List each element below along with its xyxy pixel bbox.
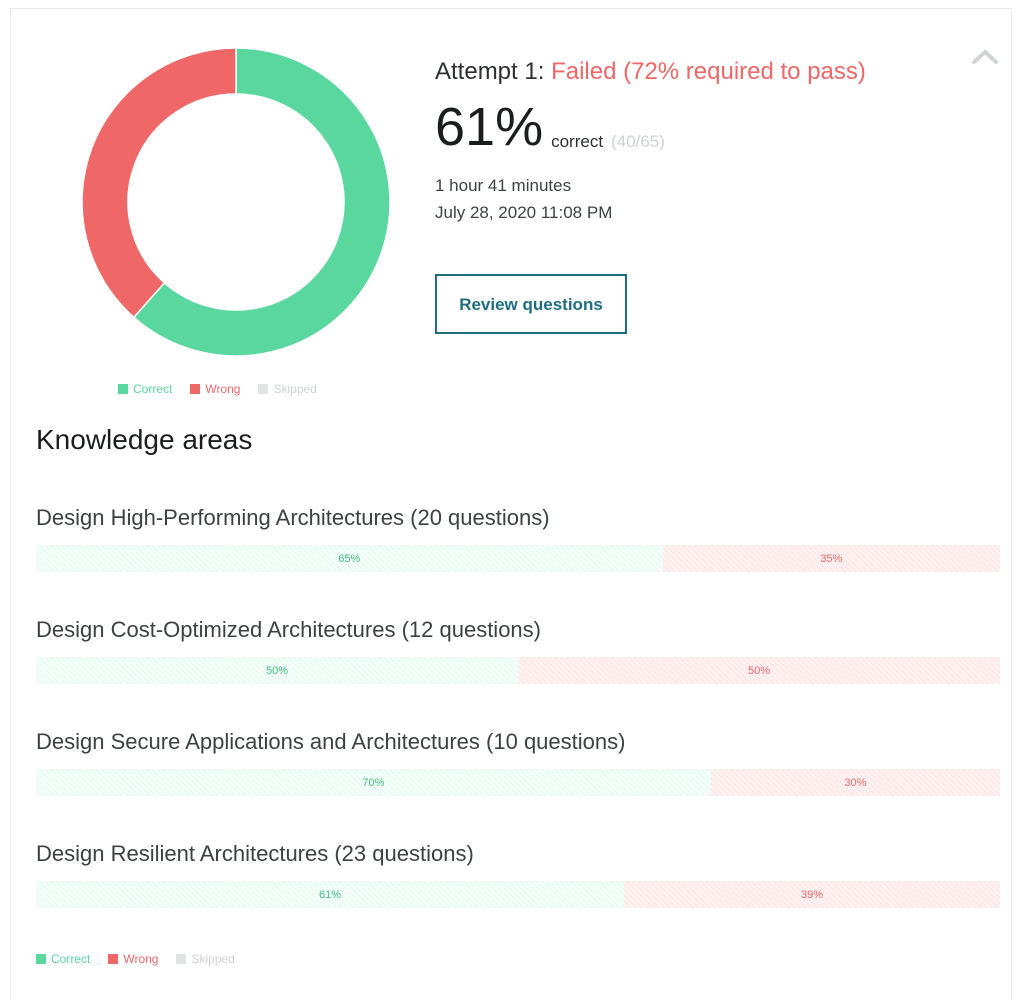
knowledge-area-title: Design Resilient Architectures (23 quest… [36, 841, 474, 866]
legend-swatch-correct [118, 384, 128, 394]
attempt-date: July 28, 2020 11:08 PM [435, 203, 613, 222]
bar-segment-correct: 50% [36, 657, 518, 684]
legend-swatch-skipped [176, 954, 187, 964]
review-questions-button[interactable]: Review questions [435, 274, 627, 334]
legend-swatch-wrong [190, 384, 201, 394]
knowledge-area: Design Cost-Optimized Architectures (12 … [36, 617, 1000, 684]
legend-label-skipped: Skipped [273, 382, 317, 396]
bar-segment-wrong: 39% [624, 881, 1000, 908]
bar-segment-correct: 70% [36, 769, 711, 796]
knowledge-area-bar: 50% 50% [36, 657, 1000, 684]
legend-item-correct: Correct [118, 382, 172, 396]
knowledge-area-bar: 70% 30% [36, 769, 1000, 796]
legend-label-correct: Correct [51, 952, 91, 966]
attempt-summary: Attempt 1: Failed (72% required to pass)… [435, 58, 866, 334]
legend-label-skipped: Skipped [191, 952, 235, 966]
donut-legend: Correct Wrong Skipped [118, 382, 317, 396]
bar-segment-wrong: 30% [710, 769, 1000, 796]
legend-item-skipped: Skipped [176, 952, 235, 966]
knowledge-area: Design Resilient Architectures (23 quest… [36, 841, 1000, 908]
legend-item-correct: Correct [36, 952, 90, 966]
attempt-duration: 1 hour 41 minutes [435, 176, 572, 195]
score-donut-chart [80, 46, 392, 358]
legend-label-wrong: Wrong [205, 382, 241, 396]
knowledge-area-bar: 65% 35% [36, 545, 1000, 572]
score-percent: 61% [435, 97, 544, 157]
score-label: correct [551, 132, 604, 151]
knowledge-area-title: Design Cost-Optimized Architectures (12 … [36, 617, 541, 642]
score-count: (40/65) [611, 132, 665, 151]
attempt-status: Failed (72% required to pass) [551, 58, 866, 85]
bar-segment-wrong: 50% [518, 657, 1000, 684]
donut-svg [81, 47, 391, 357]
knowledge-area-title: Design Secure Applications and Architect… [36, 729, 626, 754]
knowledge-areas-title: Knowledge areas [36, 424, 253, 455]
legend-swatch-correct [36, 954, 46, 964]
knowledge-area-title: Design High-Performing Architectures (20… [36, 505, 550, 530]
attempt-label: Attempt 1: [435, 58, 545, 85]
legend-item-wrong: Wrong [108, 952, 158, 966]
bar-segment-correct: 65% [36, 545, 663, 572]
legend-label-correct: Correct [133, 382, 173, 396]
legend-swatch-wrong [108, 954, 119, 964]
legend-label-wrong: Wrong [123, 952, 159, 966]
knowledge-area: Design Secure Applications and Architect… [36, 729, 1000, 796]
score-line: 61% correct (40/65) [435, 100, 866, 154]
attempt-heading: Attempt 1: Failed (72% required to pass) [435, 58, 866, 86]
knowledge-area: Design High-Performing Architectures (20… [36, 505, 1000, 572]
knowledge-legend: Correct Wrong Skipped [36, 952, 235, 966]
knowledge-area-bar: 61% 39% [36, 881, 1000, 908]
legend-item-skipped: Skipped [258, 382, 317, 396]
bar-segment-wrong: 35% [662, 545, 1000, 572]
attempt-meta: 1 hour 41 minutes July 28, 2020 11:08 PM [435, 172, 866, 226]
bar-segment-correct: 61% [36, 881, 625, 908]
donut-slice-wrong [81, 47, 237, 319]
legend-item-wrong: Wrong [190, 382, 240, 396]
legend-swatch-skipped [258, 384, 269, 394]
chevron-up-icon[interactable] [970, 46, 1000, 68]
